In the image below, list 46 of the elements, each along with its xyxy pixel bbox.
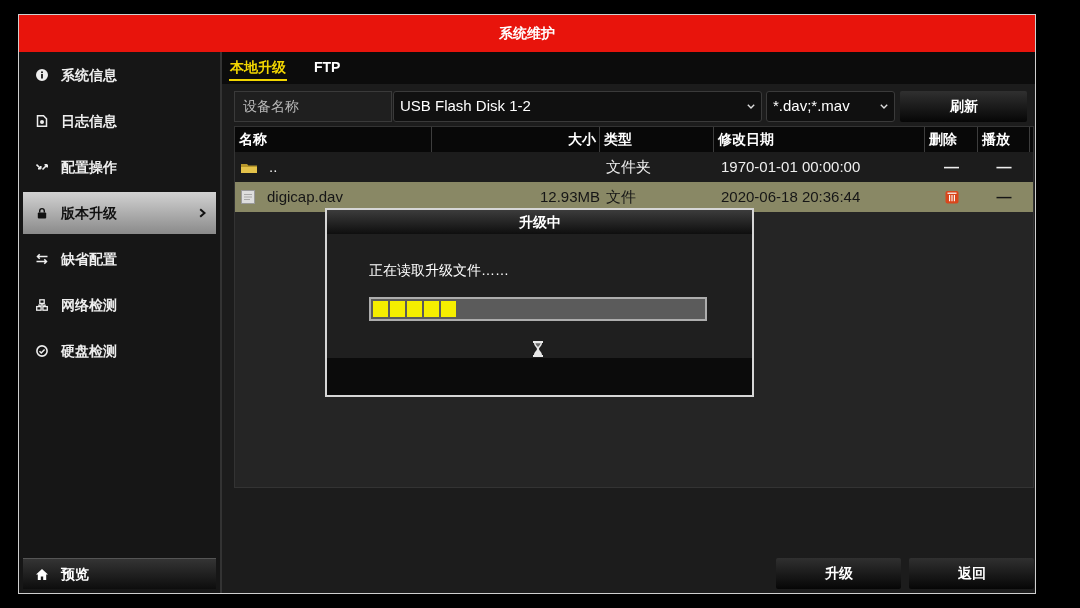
- file-name: digicap.dav: [267, 186, 343, 207]
- table-cell-text: 文件夹: [605, 156, 652, 177]
- table-cell-text: 1970-01-01 00:00:00: [720, 156, 862, 177]
- file-icon: [241, 190, 255, 204]
- window-title: 系统维护: [499, 25, 555, 42]
- lock-icon: [36, 207, 48, 219]
- network-icon: [36, 299, 48, 311]
- status-message: 正在读取升级文件……: [369, 261, 509, 280]
- document-icon: [36, 115, 48, 127]
- tab[interactable]: 本地升级: [229, 59, 287, 81]
- table-cell-text: —: [995, 186, 1013, 207]
- preview-button[interactable]: 预览: [23, 558, 216, 589]
- file-row[interactable]: .. 文件夹 1970-01-01 00:00:00 — —: [235, 152, 1033, 182]
- sidebar-item[interactable]: 硬盘检测: [23, 330, 216, 372]
- arrows-icon: [36, 161, 48, 173]
- chevron-icon: [199, 208, 206, 218]
- table-cell-text: 12.93MB: [538, 186, 600, 207]
- info-icon: [36, 69, 48, 81]
- sidebar-item[interactable]: 日志信息: [23, 100, 216, 142]
- table-cell-text: —: [943, 156, 960, 177]
- caret-icon: [880, 104, 888, 109]
- filter-dropdown[interactable]: *.dav;*.mav: [766, 91, 895, 122]
- field-label: 设备名称: [234, 91, 392, 122]
- file-row[interactable]: digicap.dav 12.93MB 文件 2020-06-18 20:36:44 —: [235, 182, 1033, 212]
- dialog-title: 升级中: [518, 213, 561, 231]
- check-circle-icon: [36, 345, 48, 357]
- sidebar-item[interactable]: 系统信息: [23, 54, 216, 96]
- swap-arrows-icon: [36, 253, 48, 265]
- device-dropdown[interactable]: USB Flash Disk 1-2: [393, 91, 762, 122]
- sidebar-item[interactable]: 缺省配置: [23, 238, 216, 280]
- action-button[interactable]: 升级: [776, 558, 901, 589]
- tab[interactable]: FTP: [313, 59, 342, 81]
- table-cell-text: 2020-06-18 20:36:44: [720, 186, 862, 207]
- trash-icon[interactable]: [944, 190, 959, 204]
- sidebar-item[interactable]: 配置操作: [23, 146, 216, 188]
- sidebar-item[interactable]: 版本升级: [23, 192, 216, 234]
- refresh-button[interactable]: 刷新: [900, 91, 1027, 122]
- sidebar-item[interactable]: 网络检测: [23, 284, 216, 326]
- caret-icon: [747, 104, 755, 109]
- file-name: ..: [269, 156, 278, 177]
- table-cell-text: —: [995, 156, 1013, 177]
- action-button[interactable]: 返回: [909, 558, 1034, 589]
- home-icon: [36, 568, 48, 580]
- folder-icon: [241, 161, 257, 173]
- hourglass-icon: [533, 341, 543, 357]
- table-cell-text: 文件: [605, 186, 637, 207]
